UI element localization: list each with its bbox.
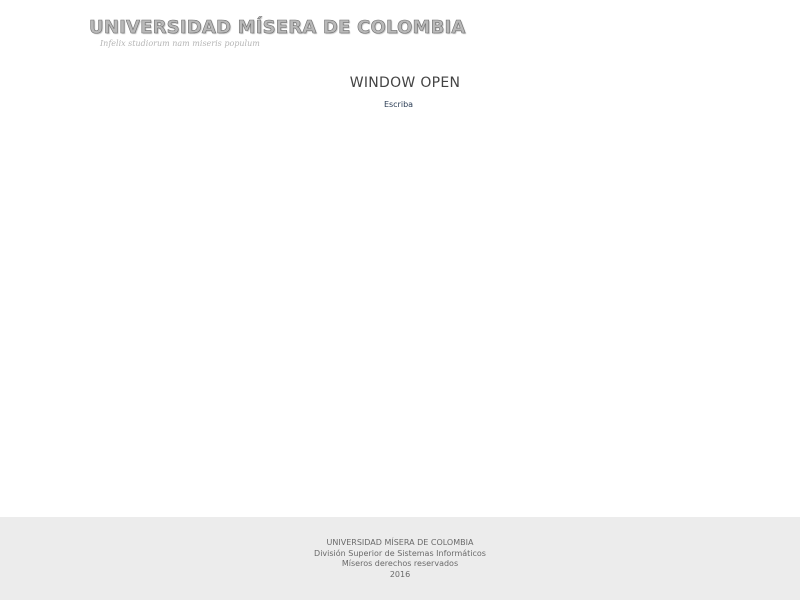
footer-rights: Míseros derechos reservados (341, 559, 459, 568)
main-content: WINDOW OPEN Escriba (0, 60, 800, 517)
write-link[interactable]: Escriba (0, 100, 797, 109)
footer-division: División Superior de Sistemas Informátic… (314, 548, 486, 558)
footer-text: UNIVERSIDAD MÍSERA DE COLOMBIA División … (0, 538, 800, 580)
page-title: WINDOW OPEN (349, 75, 461, 91)
university-logo[interactable]: UNIVERSIDAD MÍSERA DE COLOMBIA (89, 17, 466, 39)
site-footer: UNIVERSIDAD MÍSERA DE COLOMBIA División … (0, 517, 800, 600)
footer-year: 2016 (389, 569, 411, 579)
footer-university-name: UNIVERSIDAD MÍSERA DE COLOMBIA (326, 538, 474, 547)
university-motto: Infelix studiorum nam miseris populum (100, 39, 260, 48)
site-header: UNIVERSIDAD MÍSERA DE COLOMBIA Infelix s… (0, 0, 800, 60)
